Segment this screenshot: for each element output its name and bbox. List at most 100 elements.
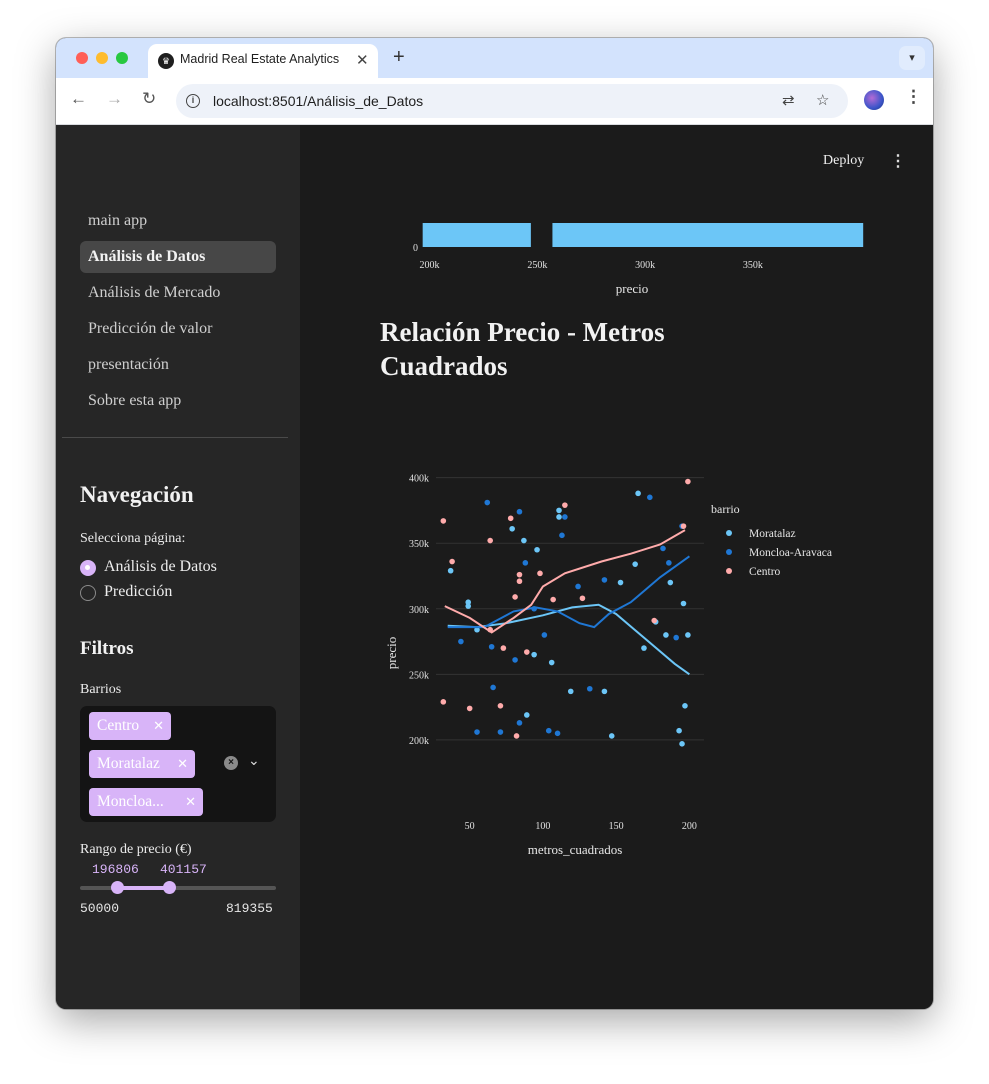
scatter-point-moratalaz (548, 659, 555, 666)
scatter-point-moncloa-aravaca (541, 632, 548, 638)
minimize-window-button[interactable] (96, 52, 108, 64)
scatter-point-centro (523, 649, 530, 655)
scatter-point-moncloa-aravaca (512, 657, 518, 663)
x-tick-label: 200 (682, 821, 697, 832)
scatter-point-centro (466, 705, 473, 712)
scatter-point-centro (550, 596, 556, 603)
back-arrow-icon[interactable]: ← (70, 89, 87, 109)
browser-toolbar: ← → ↻ i localhost:8501/Análisis_de_Datos… (56, 78, 933, 125)
tab-search-chevron-icon[interactable]: ▾ (899, 46, 925, 70)
scatter-point-moncloa-aravaca (554, 730, 561, 737)
site-info-icon[interactable]: i (186, 94, 200, 108)
clear-all-icon[interactable]: × (224, 756, 238, 770)
scatter-point-centro (516, 578, 523, 585)
price-range-label: Rango de precio (€) (80, 842, 192, 857)
legend-title: barrio (711, 502, 740, 516)
sidebar-page-analisis-de-mercado[interactable]: Análisis de Mercado (80, 277, 276, 309)
maximize-window-button[interactable] (116, 52, 128, 64)
chip-moratalaz[interactable]: Moratalaz ✕ (89, 750, 195, 778)
bookmark-star-icon[interactable]: ☆ (816, 91, 829, 109)
nav-heading: Navegación (80, 482, 194, 507)
price-slider-track[interactable] (80, 886, 276, 890)
close-tab-icon[interactable]: ✕ (356, 51, 369, 69)
barrios-multiselect[interactable]: Centro ✕ Moratalaz ✕ Moncloa... ✕ × ⌄ (80, 706, 276, 822)
sidebar-divider (62, 437, 288, 438)
sidebar-page-prediccion-de-valor[interactable]: Predicción de valor (80, 313, 276, 345)
chip-label: Moncloa... (97, 793, 164, 810)
scatter-point-moncloa-aravaca (484, 499, 491, 506)
browser-menu-icon[interactable]: ⋮ (905, 87, 922, 107)
legend-label: Moratalaz (749, 528, 796, 540)
y-tick-label: 400k (409, 474, 429, 485)
slider-max-label: 819355 (226, 901, 273, 916)
scatter-point-moratalaz (521, 537, 527, 544)
scatter-point-moratalaz (523, 712, 530, 718)
scatter-point-centro (507, 515, 514, 522)
slider-low-value: 196806 (92, 862, 139, 877)
scatter-point-moncloa-aravaca (516, 508, 523, 515)
chevron-down-icon[interactable]: ⌄ (248, 752, 260, 769)
scatter-point-centro (680, 523, 687, 529)
scatter-point-moratalaz (676, 727, 682, 734)
reload-icon[interactable]: ↻ (142, 89, 156, 109)
hist-x-tick-label: 200k (420, 260, 440, 271)
sidebar-page-sobre-esta-app[interactable]: Sobre esta app (80, 385, 276, 417)
scatter-point-moratalaz (601, 688, 608, 695)
radio-checked-icon[interactable] (80, 560, 96, 576)
legend-marker (726, 549, 732, 555)
chip-centro[interactable]: Centro ✕ (89, 712, 171, 740)
scatter-point-moratalaz (663, 632, 669, 638)
profile-avatar[interactable] (864, 90, 884, 110)
scatter-point-moncloa-aravaca (586, 685, 593, 692)
scatter-point-moratalaz (556, 507, 562, 514)
radio-label: Predicción (104, 583, 173, 600)
scatter-point-moratalaz (567, 688, 574, 695)
hist-bar-1 (552, 223, 864, 247)
sidebar-page-analisis-de-datos[interactable]: Análisis de Datos (80, 241, 276, 273)
close-window-button[interactable] (76, 52, 88, 64)
address-bar[interactable]: i localhost:8501/Análisis_de_Datos ⇄ ☆ (176, 84, 848, 118)
scatter-point-centro (579, 595, 586, 602)
new-tab-icon[interactable]: + (393, 46, 405, 69)
y-tick-label: 300k (409, 605, 429, 616)
scatter-point-centro (440, 699, 447, 705)
scatter-point-moratalaz (679, 741, 685, 747)
barrios-label: Barrios (80, 682, 122, 697)
chip-remove-icon[interactable]: ✕ (185, 788, 196, 816)
streamlit-crown-icon: ♛ (158, 53, 174, 69)
scatter-point-centro (512, 594, 518, 600)
price-slider-high-thumb[interactable] (163, 881, 176, 894)
url-text[interactable]: localhost:8501/Análisis_de_Datos (213, 93, 423, 109)
price-slider-low-thumb[interactable] (111, 881, 124, 894)
scatter-point-moncloa-aravaca (601, 577, 608, 583)
chip-remove-icon[interactable]: ✕ (153, 712, 164, 740)
trend-line-moncloa-aravaca (447, 555, 690, 629)
translate-icon[interactable]: ⇄ (782, 91, 795, 109)
main-content: Deploy ⋮ 0 precio 200k 250k 300k 350k Relac… (300, 125, 933, 1009)
browser-tab[interactable]: ♛ Madrid Real Estate Analytics ✕ (148, 44, 378, 78)
scatter-point-moratalaz (447, 567, 454, 574)
legend-marker (726, 568, 732, 574)
browser-window: ♛ Madrid Real Estate Analytics ✕ + ▾ ← →… (56, 38, 933, 1009)
y-tick-label: 350k (409, 539, 429, 550)
scatter-point-centro (537, 570, 543, 577)
scatter-point-moratalaz (556, 514, 562, 520)
page-title: Relación Precio - Metros Cuadrados (380, 317, 665, 381)
chip-moncloa[interactable]: Moncloa... ✕ (89, 788, 203, 816)
forward-arrow-icon[interactable]: → (106, 89, 123, 109)
scatter-point-moncloa-aravaca (474, 729, 480, 735)
scatter-point-centro (562, 502, 568, 508)
scatter-point-moratalaz (667, 579, 674, 586)
radio-label: Análisis de Datos (104, 558, 217, 575)
hist-x-axis-label: precio (616, 281, 648, 296)
hist-x-tick-label: 300k (635, 260, 655, 271)
scatter-point-moratalaz (685, 632, 691, 638)
y-tick-label: 250k (409, 670, 429, 681)
sidebar-page-main-app[interactable]: main app (80, 205, 276, 237)
x-tick-label: 50 (465, 821, 475, 832)
sidebar-page-presentacion[interactable]: presentación (80, 349, 276, 381)
radio-unchecked-icon[interactable] (80, 585, 96, 601)
scatter-point-moratalaz (617, 579, 624, 586)
chip-remove-icon[interactable]: ✕ (177, 750, 188, 778)
scatter-point-moratalaz (682, 702, 688, 709)
